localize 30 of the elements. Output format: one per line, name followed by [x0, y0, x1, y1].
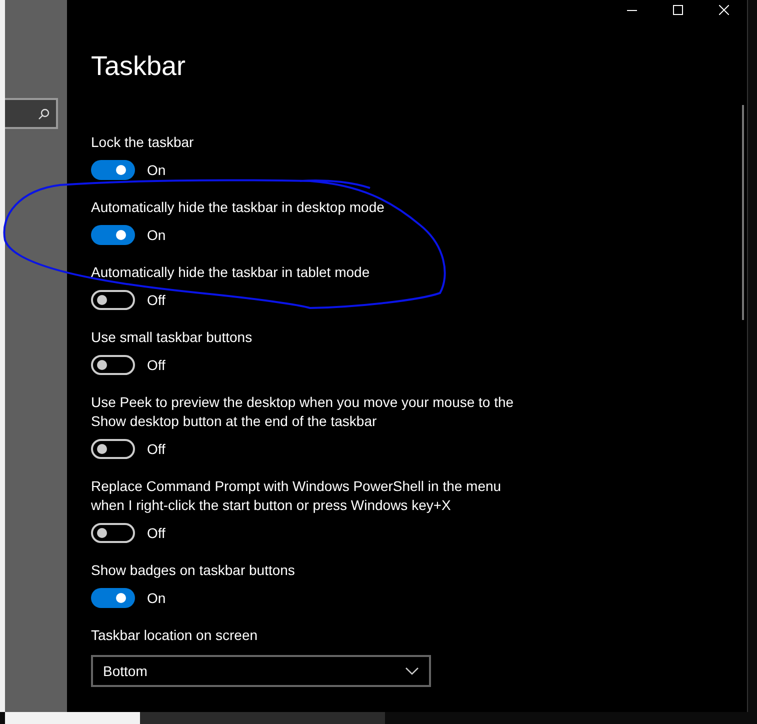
- toggle-switch[interactable]: [91, 588, 135, 608]
- toggle-state: On: [147, 590, 166, 606]
- setting-label: Show badges on taskbar buttons: [91, 561, 296, 580]
- setting-label: Taskbar location on screen: [91, 626, 259, 645]
- toggle-switch[interactable]: [91, 225, 135, 245]
- location-dropdown[interactable]: Bottom: [91, 655, 431, 687]
- toggle-switch[interactable]: [91, 160, 135, 180]
- toggle-state: Off: [147, 357, 166, 373]
- scrollbar[interactable]: [742, 105, 744, 320]
- search-icon: [38, 108, 50, 120]
- setting-label: Replace Command Prompt with Windows PowerShell in the menu when I right-click the start button or press Windows key+X: [91, 477, 502, 515]
- setting-label: Use small taskbar buttons: [91, 328, 254, 347]
- toggle-state: On: [147, 162, 166, 178]
- close-icon: [719, 5, 729, 15]
- toggle-state: Off: [147, 292, 166, 308]
- setting-label: Automatically hide the taskbar in desktop mode: [91, 198, 386, 217]
- chevron-icon: [405, 667, 419, 675]
- maximize-icon: [673, 5, 683, 15]
- toggle-state: Off: [147, 525, 166, 541]
- setting-label: Lock the taskbar: [91, 133, 195, 152]
- toggle-state: Off: [147, 441, 166, 457]
- toggle-switch[interactable]: [91, 523, 135, 543]
- search-field[interactable]: [5, 98, 58, 129]
- toggle-switch[interactable]: [91, 439, 135, 459]
- setting-label: Use Peek to preview the desktop when you move your mouse to the Show desktop button at the end of the taskbar: [91, 393, 515, 431]
- setting-label: Automatically hide the taskbar in tablet mode: [91, 263, 371, 282]
- toggle-switch[interactable]: [91, 355, 135, 375]
- toggle-state: On: [147, 227, 166, 243]
- toggle-switch[interactable]: [91, 290, 135, 310]
- page-title: Taskbar: [91, 50, 187, 82]
